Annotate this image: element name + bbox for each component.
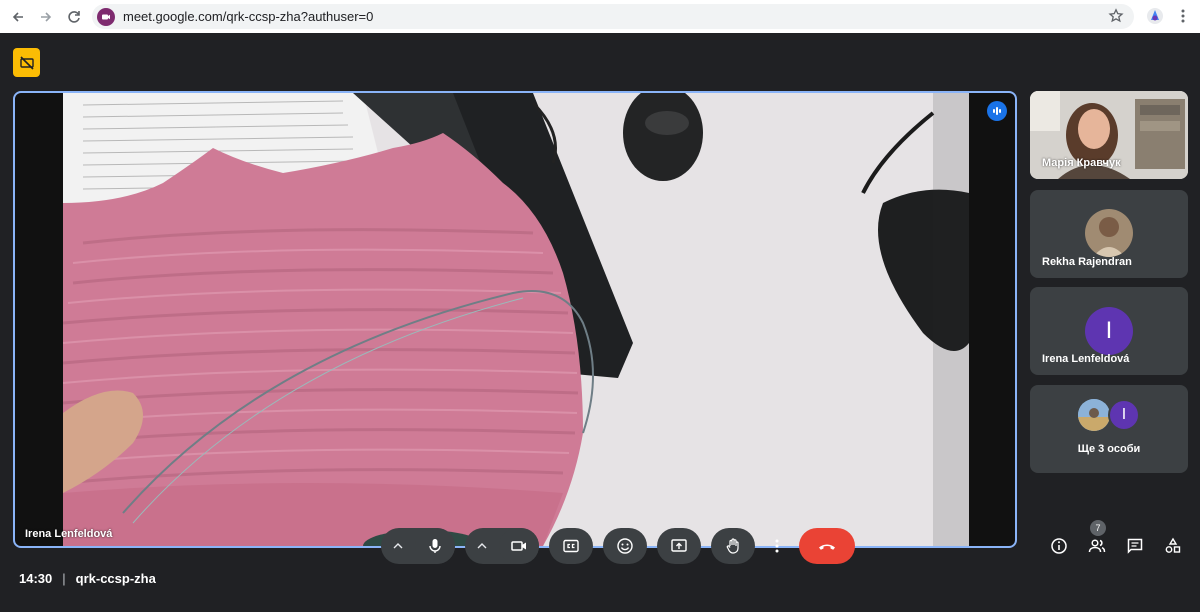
participant-tile-irena[interactable]: I Irena Lenfeldová xyxy=(1030,287,1188,375)
chat-button[interactable] xyxy=(1122,532,1148,560)
microphone-button[interactable] xyxy=(415,528,455,564)
audio-options-caret-icon[interactable] xyxy=(381,528,415,564)
leave-call-button[interactable] xyxy=(799,528,855,564)
microphone-group xyxy=(381,528,455,564)
camera-button[interactable] xyxy=(499,528,539,564)
avatar: I xyxy=(1085,307,1133,355)
recording-notice-icon[interactable] xyxy=(13,48,40,77)
activities-button[interactable] xyxy=(1160,532,1186,560)
reactions-button[interactable] xyxy=(603,528,647,564)
emoji-icon xyxy=(617,538,633,554)
raise-hand-button[interactable] xyxy=(711,528,755,564)
more-participants-tile[interactable]: I Ще 3 особи xyxy=(1030,385,1188,473)
back-arrow-icon[interactable] xyxy=(4,3,32,31)
participant-tile-rekha[interactable]: Rekha Rajendran xyxy=(1030,190,1188,278)
clock: 14:30 xyxy=(19,571,53,586)
people-count-badge: 7 xyxy=(1090,520,1106,536)
meeting-code: qrk-ccsp-zha xyxy=(75,571,156,586)
participant-name: Марія Кравчук xyxy=(1042,157,1121,169)
browser-toolbar: meet.google.com/qrk-ccsp-zha?authuser=0 xyxy=(0,0,1200,33)
activities-icon xyxy=(1165,537,1181,553)
participant-tile-maria[interactable]: Марія Кравчук xyxy=(1030,91,1188,179)
main-participant-name: Irena Lenfeldová xyxy=(25,528,113,540)
microphone-icon xyxy=(429,539,441,553)
main-video-feed xyxy=(63,93,969,546)
avatar xyxy=(1085,209,1133,257)
camera-icon xyxy=(511,541,526,551)
captions-button[interactable] xyxy=(549,528,593,564)
people-button[interactable]: 7 xyxy=(1084,520,1110,560)
captions-icon xyxy=(563,539,579,553)
participant-name: Irena Lenfeldová xyxy=(1042,353,1130,365)
side-panel-controls: 7 xyxy=(1046,520,1198,560)
site-info-icon[interactable] xyxy=(97,7,115,26)
present-screen-icon xyxy=(671,539,687,552)
raise-hand-icon xyxy=(726,538,739,554)
chat-icon xyxy=(1127,538,1143,554)
speaking-indicator-icon xyxy=(987,101,1007,121)
hang-up-icon xyxy=(819,544,835,550)
main-video-tile[interactable]: Irena Lenfeldová xyxy=(13,91,1017,548)
meet-stage: Irena Lenfeldová Марія Кравчук Rekha Raj… xyxy=(0,33,1200,612)
bookmark-star-icon[interactable] xyxy=(1108,8,1124,24)
meeting-details-button[interactable] xyxy=(1046,532,1072,560)
browser-menu-icon[interactable] xyxy=(1174,7,1192,25)
avatar: I xyxy=(1108,399,1140,431)
more-options-button[interactable] xyxy=(765,528,789,564)
forward-arrow-icon[interactable] xyxy=(32,3,60,31)
camera-group xyxy=(465,528,539,564)
address-bar[interactable]: meet.google.com/qrk-ccsp-zha?authuser=0 xyxy=(92,4,1134,29)
more-avatars: I xyxy=(1078,399,1142,431)
video-options-caret-icon[interactable] xyxy=(465,528,499,564)
reload-icon[interactable] xyxy=(60,3,88,31)
info-icon xyxy=(1051,538,1067,554)
present-screen-button[interactable] xyxy=(657,528,701,564)
profile-icon[interactable] xyxy=(1146,7,1164,25)
url-text: meet.google.com/qrk-ccsp-zha?authuser=0 xyxy=(123,9,374,24)
people-icon xyxy=(1088,539,1106,553)
knitting-video-frame xyxy=(63,93,969,546)
avatar xyxy=(1078,399,1110,431)
call-controls xyxy=(381,528,855,564)
meeting-details: 14:30 | qrk-ccsp-zha xyxy=(19,571,156,586)
divider: | xyxy=(62,571,66,586)
more-vert-icon xyxy=(775,539,779,553)
participant-name: Rekha Rajendran xyxy=(1042,256,1132,268)
more-participants-label: Ще 3 особи xyxy=(1077,443,1141,455)
